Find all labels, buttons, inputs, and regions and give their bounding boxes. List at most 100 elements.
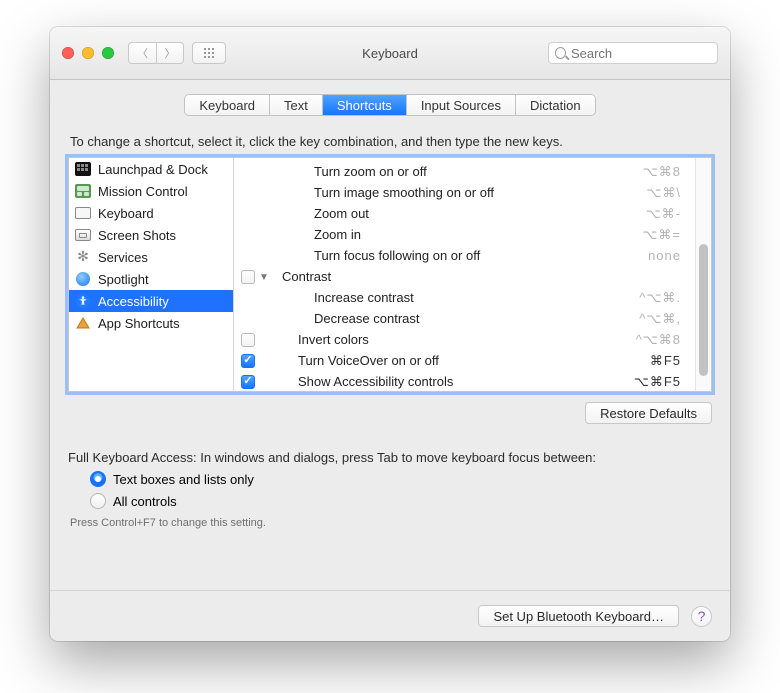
shortcuts-split: Launchpad & Dock Mission Control Keyboard S… xyxy=(68,157,712,392)
shortcut-label: Turn focus following on or off xyxy=(270,248,627,263)
spotlight-icon xyxy=(75,272,91,286)
shortcut-row[interactable]: Show Accessibility controls⌥⌘F5 xyxy=(238,371,695,391)
shortcut-row[interactable]: Increase contrast^⌥⌘. xyxy=(238,287,695,308)
shortcut-label: Turn zoom on or off xyxy=(270,164,627,179)
category-spotlight[interactable]: Spotlight xyxy=(69,268,233,290)
help-button[interactable]: ? xyxy=(691,606,712,627)
scrollbar-thumb[interactable] xyxy=(699,244,708,376)
shortcut-row[interactable]: Invert colors^⌥⌘8 xyxy=(238,329,695,350)
tab-dictation[interactable]: Dictation xyxy=(516,95,595,115)
shortcut-keys: ⌥⌘- xyxy=(627,206,681,222)
search-field[interactable] xyxy=(548,42,718,64)
category-keyboard[interactable]: Keyboard xyxy=(69,202,233,224)
footer: Set Up Bluetooth Keyboard… ? xyxy=(50,590,730,641)
shortcut-keys: ⌘F5 xyxy=(627,353,681,369)
tab-text[interactable]: Text xyxy=(270,95,323,115)
minimize-icon[interactable] xyxy=(82,47,94,59)
category-launchpad-dock[interactable]: Launchpad & Dock xyxy=(69,158,233,180)
tab-shortcuts[interactable]: Shortcuts xyxy=(323,95,407,115)
window-controls xyxy=(62,47,114,59)
shortcut-keys: ⌥⌘8 xyxy=(627,164,681,180)
category-label: Mission Control xyxy=(98,184,188,199)
scrollbar[interactable] xyxy=(695,158,711,391)
instruction-text: To change a shortcut, select it, click t… xyxy=(70,134,710,149)
category-label: Screen Shots xyxy=(98,228,176,243)
shortcut-list[interactable]: Turn zoom on or off⌥⌘8Turn image smoothi… xyxy=(234,158,695,391)
mission-icon xyxy=(75,184,91,198)
radio-label: All controls xyxy=(113,494,177,509)
shortcut-keys: ⌥⌘= xyxy=(627,227,681,243)
category-app-shortcuts[interactable]: App Shortcuts xyxy=(69,312,233,334)
shortcut-keys: ^⌥⌘8 xyxy=(627,332,681,348)
fka-option-text-boxes[interactable]: Text boxes and lists only xyxy=(90,471,712,487)
shortcut-label: Increase contrast xyxy=(270,290,627,305)
radio-icon xyxy=(90,493,106,509)
shortcut-keys: ⌥⌘F5 xyxy=(627,374,681,390)
shortcut-row[interactable]: Zoom in⌥⌘= xyxy=(238,224,695,245)
launchpad-icon xyxy=(75,162,91,176)
keyboard-icon xyxy=(75,206,91,220)
checkbox[interactable] xyxy=(241,375,255,389)
shortcut-label: Contrast xyxy=(270,269,627,284)
shortcut-row[interactable]: Turn focus following on or offnone xyxy=(238,245,695,266)
appshortcuts-icon xyxy=(75,316,91,330)
disclosure-triangle-icon[interactable]: ▼ xyxy=(258,271,270,283)
shortcut-row[interactable]: Decrease contrast^⌥⌘, xyxy=(238,308,695,329)
shortcut-row[interactable]: Turn zoom on or off⌥⌘8 xyxy=(238,161,695,182)
shortcut-row[interactable]: Turn image smoothing on or off⌥⌘\ xyxy=(238,182,695,203)
shortcut-row[interactable]: ▼Contrast xyxy=(238,266,695,287)
shortcut-panel: Turn zoom on or off⌥⌘8Turn image smoothi… xyxy=(234,158,711,391)
forward-button[interactable]: 〉 xyxy=(156,42,184,64)
shortcut-keys: none xyxy=(627,248,681,263)
window-frame: 〈 〉 Keyboard Keyboard Text Shortcuts Inp… xyxy=(50,27,730,641)
category-services[interactable]: ✻ Services xyxy=(69,246,233,268)
titlebar: 〈 〉 Keyboard xyxy=(50,27,730,80)
category-label: App Shortcuts xyxy=(98,316,180,331)
category-accessibility[interactable]: Accessibility xyxy=(69,290,233,312)
nav-back-forward: 〈 〉 xyxy=(128,42,184,64)
checkbox[interactable] xyxy=(241,354,255,368)
shortcut-label: Invert colors xyxy=(270,332,627,347)
close-icon[interactable] xyxy=(62,47,74,59)
accessibility-icon xyxy=(75,294,91,308)
category-mission-control[interactable]: Mission Control xyxy=(69,180,233,202)
bluetooth-keyboard-button[interactable]: Set Up Bluetooth Keyboard… xyxy=(478,605,679,627)
category-list[interactable]: Launchpad & Dock Mission Control Keyboard S… xyxy=(69,158,234,391)
category-label: Services xyxy=(98,250,148,265)
services-icon: ✻ xyxy=(75,250,91,264)
category-label: Keyboard xyxy=(98,206,154,221)
restore-defaults-button[interactable]: Restore Defaults xyxy=(585,402,712,424)
radio-label: Text boxes and lists only xyxy=(113,472,254,487)
shortcut-label: Turn image smoothing on or off xyxy=(270,185,627,200)
category-label: Launchpad & Dock xyxy=(98,162,208,177)
shortcut-label: Zoom in xyxy=(270,227,627,242)
back-button[interactable]: 〈 xyxy=(128,42,156,64)
pane-body: Keyboard Text Shortcuts Input Sources Di… xyxy=(50,80,730,590)
fka-label: Full Keyboard Access: In windows and dia… xyxy=(68,450,712,465)
category-label: Accessibility xyxy=(98,294,169,309)
zoom-icon[interactable] xyxy=(102,47,114,59)
shortcut-label: Turn VoiceOver on or off xyxy=(270,353,627,368)
category-label: Spotlight xyxy=(98,272,149,287)
shortcut-label: Zoom out xyxy=(270,206,627,221)
shortcut-label: Show Accessibility controls xyxy=(270,374,627,389)
shortcut-row[interactable]: Zoom out⌥⌘- xyxy=(238,203,695,224)
shortcut-label: Decrease contrast xyxy=(270,311,627,326)
shortcut-keys: ^⌥⌘. xyxy=(627,290,681,306)
search-icon xyxy=(555,47,566,59)
shortcut-row[interactable]: Turn VoiceOver on or off⌘F5 xyxy=(238,350,695,371)
shortcut-keys: ^⌥⌘, xyxy=(627,311,681,327)
tab-input-sources[interactable]: Input Sources xyxy=(407,95,516,115)
category-screen-shots[interactable]: Screen Shots xyxy=(69,224,233,246)
show-all-button[interactable] xyxy=(192,42,226,64)
shortcut-keys: ⌥⌘\ xyxy=(627,185,681,201)
grid-icon xyxy=(203,47,215,59)
search-input[interactable] xyxy=(571,46,711,61)
checkbox[interactable] xyxy=(241,333,255,347)
tab-keyboard[interactable]: Keyboard xyxy=(185,95,270,115)
fka-option-all-controls[interactable]: All controls xyxy=(90,493,712,509)
tabbar: Keyboard Text Shortcuts Input Sources Di… xyxy=(184,94,595,116)
fka-hint: Press Control+F7 to change this setting. xyxy=(70,517,712,529)
radio-icon xyxy=(90,471,106,487)
checkbox[interactable] xyxy=(241,270,255,284)
